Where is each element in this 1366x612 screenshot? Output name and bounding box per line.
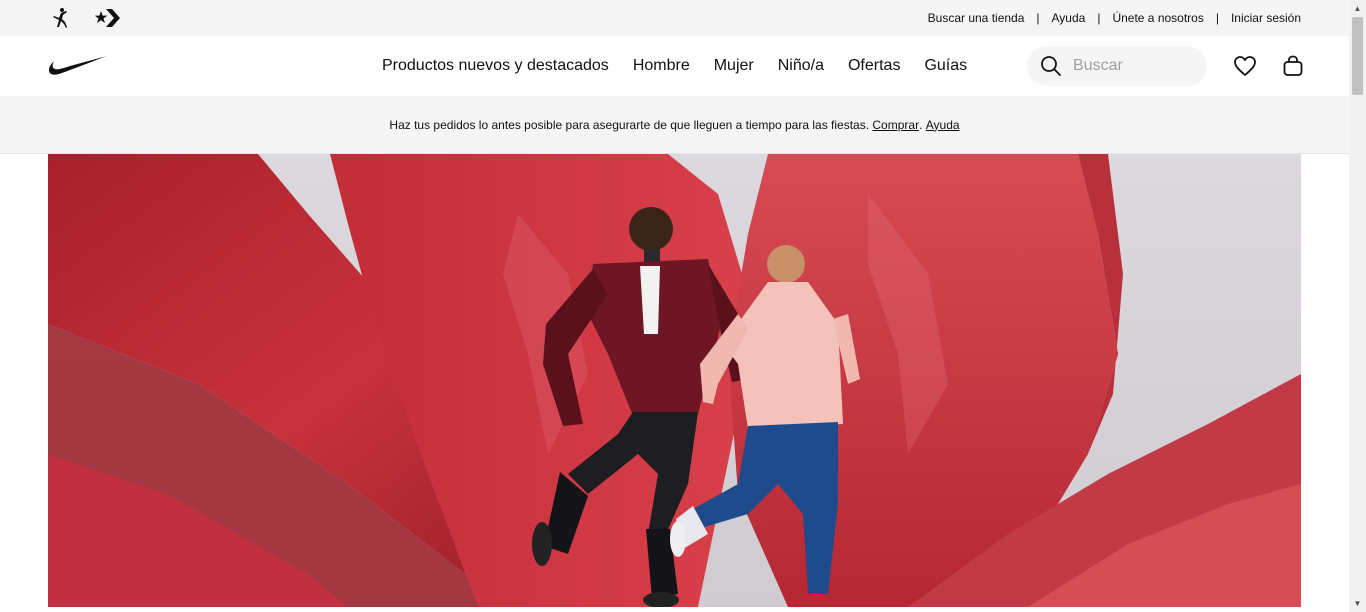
nav-women[interactable]: Mujer xyxy=(714,57,754,75)
primary-menu: Productos nuevos y destacados Hombre Muj… xyxy=(382,36,991,96)
search-input[interactable] xyxy=(1073,54,1199,78)
join-us-link[interactable]: Únete a nosotros xyxy=(1112,11,1203,25)
nike-home-page: Buscar una tienda | Ayuda | Únete a noso… xyxy=(0,0,1366,612)
main-nav: Productos nuevos y destacados Hombre Muj… xyxy=(0,36,1349,96)
search-icon[interactable] xyxy=(1035,50,1067,82)
converse-star-chevron-icon[interactable] xyxy=(94,7,121,29)
favorites-heart-icon[interactable] xyxy=(1229,50,1261,82)
separator: | xyxy=(1036,11,1040,25)
vertical-scrollbar[interactable]: ▲ ▼ xyxy=(1349,0,1366,612)
shopping-bag-icon[interactable] xyxy=(1277,50,1309,82)
search-box xyxy=(1027,46,1207,86)
nav-sale[interactable]: Ofertas xyxy=(848,57,900,75)
scroll-down-icon[interactable]: ▼ xyxy=(1349,595,1366,612)
nike-swoosh-icon[interactable] xyxy=(48,54,108,78)
sign-in-link[interactable]: Iniciar sesión xyxy=(1231,11,1301,25)
promo-banner: Haz tus pedidos lo antes posible para as… xyxy=(0,96,1349,154)
nav-guides[interactable]: Guías xyxy=(924,57,967,75)
find-store-link[interactable]: Buscar una tienda xyxy=(928,11,1025,25)
promo-help-link[interactable]: Ayuda xyxy=(926,118,960,132)
separator: | xyxy=(1215,11,1219,25)
hero-illustration xyxy=(48,154,1301,607)
promo-period: . xyxy=(919,117,923,132)
scrollbar-thumb[interactable] xyxy=(1352,17,1363,95)
promo-shop-link[interactable]: Comprar xyxy=(872,118,919,132)
utility-bar: Buscar una tienda | Ayuda | Únete a noso… xyxy=(0,0,1349,36)
jordan-jumpman-icon[interactable] xyxy=(48,7,72,29)
promo-text: Haz tus pedidos lo antes posible para as… xyxy=(389,117,870,132)
scroll-up-icon[interactable]: ▲ xyxy=(1349,0,1366,17)
utility-links: Buscar una tienda | Ayuda | Únete a noso… xyxy=(928,0,1301,36)
separator: | xyxy=(1097,11,1101,25)
help-link[interactable]: Ayuda xyxy=(1052,11,1086,25)
nav-men[interactable]: Hombre xyxy=(633,57,690,75)
hero-image[interactable] xyxy=(48,154,1301,607)
nav-new-featured[interactable]: Productos nuevos y destacados xyxy=(382,57,609,75)
nav-kids[interactable]: Niño/a xyxy=(778,57,824,75)
